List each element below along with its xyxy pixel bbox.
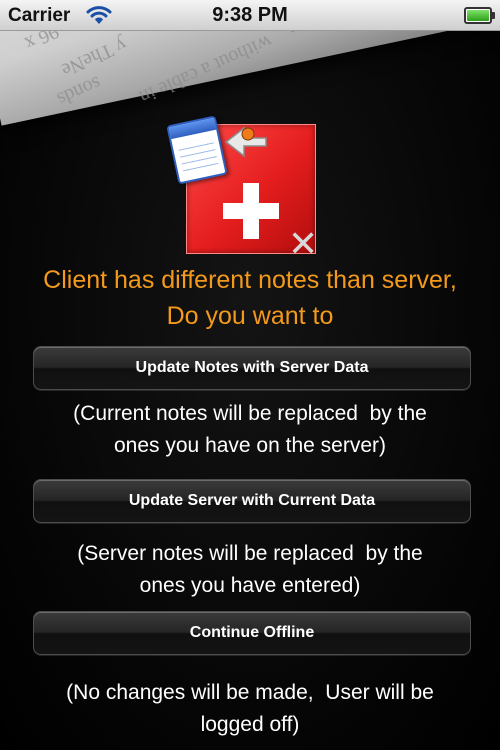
conflict-message: Client has different notes than server, … (0, 262, 500, 334)
description-line: logged off) (200, 713, 300, 736)
status-bar: Carrier 9:38 PM (0, 0, 500, 31)
screen: 96 x y TheNe sonds without a cable in nt… (0, 0, 500, 750)
arrow-icon (224, 126, 267, 158)
description-line: ones you have on the server) (114, 434, 386, 457)
sync-conflict-icon: ✕ (166, 115, 332, 262)
message-line: Client has different notes than server, (43, 266, 457, 294)
paper-text: without a cable in (136, 29, 276, 109)
calendar-header (168, 117, 217, 140)
message-line: Do you want to (166, 302, 334, 330)
status-time: 9:38 PM (212, 4, 288, 26)
description-line: (Server notes will be replaced by the (77, 542, 423, 565)
description-line: ones you have entered) (139, 574, 361, 597)
battery-icon (464, 7, 495, 24)
close-icon: ✕ (288, 223, 319, 264)
update-notes-button[interactable]: Update Notes with Server Data (33, 346, 471, 390)
battery-fill (467, 10, 489, 21)
continue-offline-description: (No changes will be made, User will be l… (20, 677, 480, 741)
plus-icon-bar (223, 203, 279, 219)
update-server-description: (Server notes will be replaced by the on… (20, 538, 480, 602)
paper-text: sonds (53, 71, 105, 111)
update-server-button[interactable]: Update Server with Current Data (33, 479, 471, 523)
continue-offline-button[interactable]: Continue Offline (33, 611, 471, 655)
description-line: (Current notes will be replaced by the (73, 402, 427, 425)
description-line: (No changes will be made, User will be (66, 681, 434, 704)
calendar-lines (177, 136, 220, 176)
update-notes-description: (Current notes will be replaced by the o… (20, 398, 480, 462)
